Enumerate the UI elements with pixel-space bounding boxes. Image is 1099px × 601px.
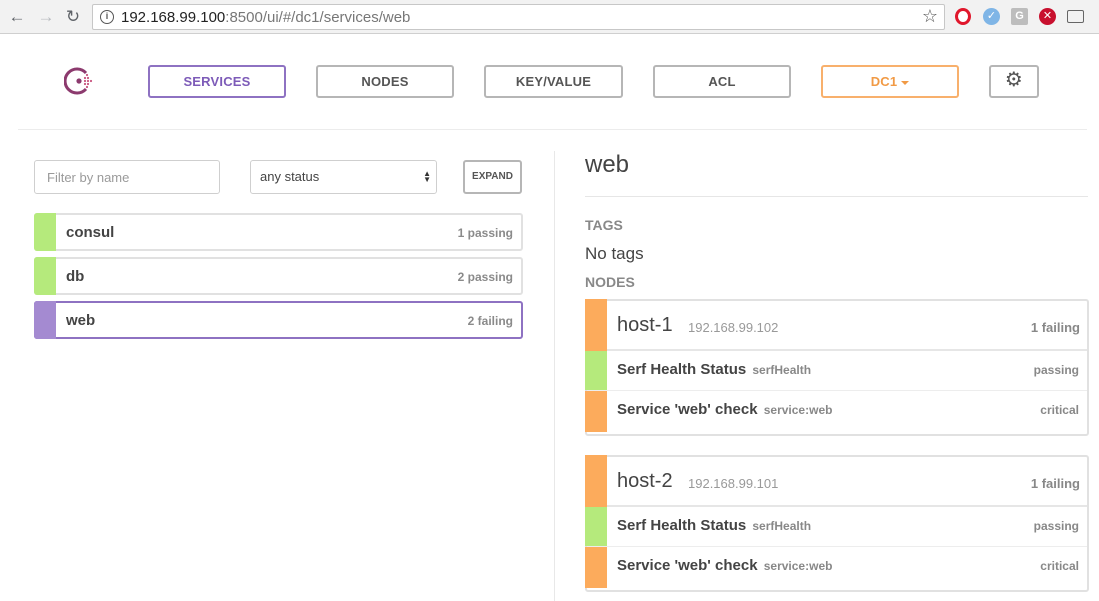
- check-status: critical: [1040, 403, 1079, 417]
- datacenter-dropdown[interactable]: DC1: [821, 65, 959, 98]
- select-arrows-icon: ▲ ▼: [423, 169, 431, 184]
- nav-keyvalue-button[interactable]: KEY/VALUE: [484, 65, 623, 98]
- status-filter-value: any status: [260, 169, 320, 184]
- vpn-icon[interactable]: ✓: [983, 8, 1000, 25]
- nodes-label: NODES: [585, 274, 635, 290]
- node-card-host-1: host-1 192.168.99.102 1 failing Serf Hea…: [585, 299, 1089, 436]
- check-row: Serf Health Status serfHealth passing: [585, 351, 1087, 391]
- node-name[interactable]: host-2: [617, 470, 673, 493]
- check-id: service:web: [763, 403, 833, 417]
- expand-button[interactable]: EXPAND: [463, 160, 522, 194]
- check-title: Serf Health Status: [617, 361, 747, 378]
- url-text[interactable]: 192.168.99.100:8500/ui/#/dc1/services/we…: [121, 9, 410, 26]
- service-item-web[interactable]: web 2 failing: [34, 301, 523, 339]
- service-item-consul[interactable]: consul 1 passing: [34, 213, 523, 251]
- check-id: service:web: [763, 559, 833, 573]
- service-item-db[interactable]: db 2 passing: [34, 257, 523, 295]
- status-bar: [585, 299, 607, 351]
- service-name: web: [66, 312, 96, 329]
- block-icon[interactable]: ✕: [1039, 8, 1056, 25]
- caret-down-icon: [901, 80, 910, 85]
- consul-logo-icon[interactable]: [64, 66, 94, 96]
- forward-arrow-icon[interactable]: →: [36, 7, 56, 27]
- back-arrow-icon[interactable]: ←: [7, 7, 27, 27]
- status-bar: [585, 547, 607, 588]
- url-path: :8500/ui/#/dc1/services/web: [225, 9, 411, 26]
- node-ip: 192.168.99.102: [688, 320, 779, 335]
- check-status: passing: [1033, 519, 1079, 533]
- status-bar: [34, 213, 56, 251]
- tags-value: No tags: [585, 244, 644, 263]
- check-title: Service 'web' check: [617, 401, 758, 418]
- bookmark-star-icon[interactable]: ☆: [922, 6, 938, 27]
- filter-by-name-input[interactable]: [34, 160, 220, 194]
- service-status: 2 passing: [457, 270, 513, 284]
- opera-icon[interactable]: [955, 8, 971, 25]
- title-divider: [585, 196, 1088, 197]
- check-name: Serf Health Status serfHealth: [617, 517, 811, 534]
- service-detail-title: web: [585, 151, 630, 178]
- check-title: Serf Health Status: [617, 517, 747, 534]
- nav-nodes-button[interactable]: NODES: [316, 65, 454, 98]
- nav-services-button[interactable]: SERVICES: [148, 65, 286, 98]
- settings-button[interactable]: ⚙: [989, 65, 1039, 98]
- service-status: 2 failing: [467, 314, 513, 328]
- check-name: Service 'web' check service:web: [617, 557, 832, 574]
- status-bar: [34, 257, 56, 295]
- cast-icon[interactable]: [1067, 10, 1084, 23]
- info-icon[interactable]: i: [100, 10, 114, 24]
- node-header[interactable]: host-2 192.168.99.101 1 failing: [585, 455, 1087, 507]
- service-name: db: [66, 268, 85, 285]
- check-status: passing: [1033, 363, 1079, 377]
- check-name: Service 'web' check service:web: [617, 401, 832, 418]
- check-name: Serf Health Status serfHealth: [617, 361, 811, 378]
- service-name: consul: [66, 224, 115, 241]
- status-filter-select[interactable]: any status ▲ ▼: [250, 160, 437, 194]
- tags-label: TAGS: [585, 217, 623, 233]
- header-divider: [18, 129, 1087, 130]
- node-status: 1 failing: [1030, 476, 1080, 491]
- browser-toolbar: ← → ↻ i 192.168.99.100:8500/ui/#/dc1/ser…: [0, 0, 1099, 34]
- status-bar: [585, 507, 607, 546]
- address-bar[interactable]: i 192.168.99.100:8500/ui/#/dc1/services/…: [92, 4, 945, 30]
- reload-icon[interactable]: ↻: [63, 7, 83, 27]
- node-ip: 192.168.99.101: [688, 476, 779, 491]
- g-icon[interactable]: G: [1011, 8, 1028, 25]
- status-bar: [585, 391, 607, 432]
- check-row: Service 'web' check service:web critical: [585, 547, 1087, 588]
- url-host: 192.168.99.100: [121, 9, 226, 26]
- status-bar: [585, 351, 607, 390]
- gear-icon: ⚙: [1004, 69, 1024, 91]
- nav-acl-button[interactable]: ACL: [653, 65, 791, 98]
- datacenter-label: DC1: [870, 74, 898, 89]
- node-status: 1 failing: [1030, 320, 1080, 335]
- check-status: critical: [1040, 559, 1079, 573]
- check-id: serfHealth: [752, 363, 812, 377]
- check-title: Service 'web' check: [617, 557, 758, 574]
- check-id: serfHealth: [752, 519, 812, 533]
- status-bar: [585, 455, 607, 507]
- check-row: Serf Health Status serfHealth passing: [585, 507, 1087, 547]
- node-name[interactable]: host-1: [617, 314, 673, 337]
- check-row: Service 'web' check service:web critical: [585, 391, 1087, 432]
- node-card-host-2: host-2 192.168.99.101 1 failing Serf Hea…: [585, 455, 1089, 592]
- service-status: 1 passing: [457, 226, 513, 240]
- status-bar: [34, 301, 56, 339]
- column-divider: [554, 151, 555, 601]
- node-header[interactable]: host-1 192.168.99.102 1 failing: [585, 299, 1087, 351]
